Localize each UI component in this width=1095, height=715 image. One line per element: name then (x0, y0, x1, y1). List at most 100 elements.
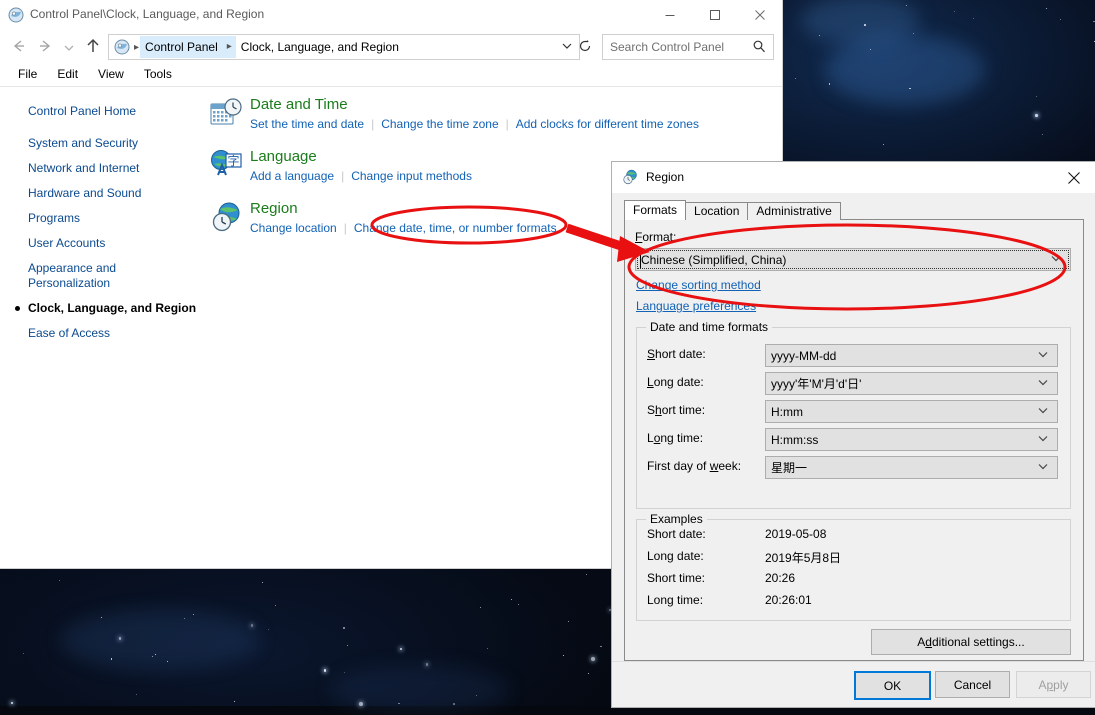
menu-item-view[interactable]: View (88, 62, 134, 86)
short-time-combobox[interactable]: H:mm (765, 400, 1058, 423)
search-input[interactable]: Search Control Panel (603, 40, 724, 54)
example-value: 2019-05-08 (765, 527, 827, 541)
dialog-close-button[interactable] (1051, 162, 1095, 193)
date-and-time-formats-group: Date and time formats Short date: yyyy-M… (636, 320, 1071, 509)
breadcrumb-separator[interactable]: ▸ (222, 36, 236, 58)
minimize-button[interactable] (647, 0, 692, 30)
example-long-time: Long time: 20:26:01 (647, 593, 1060, 613)
tab-location[interactable]: Location (685, 202, 749, 220)
category-heading[interactable]: Language (250, 147, 472, 167)
category-links: Change location | Change date, time, or nu… (250, 220, 557, 237)
example-value: 20:26 (765, 571, 796, 585)
format-label-rest: ormat: (642, 230, 677, 244)
category-heading[interactable]: Region (250, 199, 557, 219)
menu-item-file[interactable]: File (8, 62, 47, 86)
breadcrumb-clock-language-region[interactable]: Clock, Language, and Region (236, 36, 404, 58)
example-value: 20:26:01 (765, 593, 812, 607)
dialog-tabs: Formats Location Administrative (624, 200, 1084, 220)
dialog-title: Region (646, 170, 685, 184)
refresh-button[interactable] (574, 34, 596, 58)
example-label: Short time: (647, 571, 706, 585)
short-date-combobox[interactable]: yyyy-MM-dd (765, 344, 1058, 367)
svg-text:字: 字 (227, 153, 239, 168)
link-separator: | (371, 117, 375, 131)
category-links: Set the time and date | Change the time zo… (250, 116, 699, 133)
short-date-label: Short date: (647, 347, 706, 361)
chevron-down-icon[interactable] (1037, 376, 1049, 391)
link-change-date-time-or-number-formats[interactable]: Change date, time, or number formats (354, 221, 557, 235)
sidebar-item-system-and-security[interactable]: System and Security (0, 131, 200, 156)
up-arrow-icon[interactable] (84, 37, 102, 55)
long-date-label: Long date: (647, 375, 704, 389)
first-day-of-week-combobox[interactable]: 星期一 (765, 456, 1058, 479)
example-label: Short date: (647, 527, 706, 541)
sidebar-item-appearance-and-personalization[interactable]: Appearance and Personalization (0, 256, 148, 296)
group-label: Date and time formats (646, 320, 773, 334)
format-combobox-value: Chinese (Simplified, China) (641, 252, 787, 267)
link-change-sorting-method[interactable]: Change sorting method (636, 278, 761, 292)
long-time-row: Long time: H:mm:ss (647, 428, 1058, 451)
window-title: Control Panel\Clock, Language, and Regio… (30, 7, 265, 21)
menu-item-tools[interactable]: Tools (134, 62, 182, 86)
category-links: Add a language | Change input methods (250, 168, 472, 185)
link-change-input-methods[interactable]: Change input methods (351, 169, 472, 183)
link-change-location[interactable]: Change location (250, 221, 337, 235)
control-panel-titlebar: Control Panel\Clock, Language, and Regio… (0, 0, 782, 30)
first-day-of-week-label: First day of week: (647, 459, 742, 473)
category-heading[interactable]: Date and Time (250, 95, 699, 115)
chevron-down-icon[interactable] (1037, 348, 1049, 363)
long-time-combobox[interactable]: H:mm:ss (765, 428, 1058, 451)
sidebar-item-control-panel-home[interactable]: Control Panel Home (0, 99, 200, 131)
sidebar-item-programs[interactable]: Programs (0, 206, 200, 231)
link-separator: | (343, 221, 347, 235)
sidebar-item-network-and-internet[interactable]: Network and Internet (0, 156, 200, 181)
link-add-a-language[interactable]: Add a language (250, 169, 334, 183)
dialog-footer: OK Cancel Apply (612, 661, 1095, 707)
breadcrumb-control-panel[interactable]: Control Panel (140, 36, 223, 58)
address-bar[interactable]: ▸ Control Panel ▸ Clock, Language, and R… (108, 34, 580, 60)
cancel-button[interactable]: Cancel (935, 671, 1010, 698)
sidebar: Control Panel Home System and Security N… (0, 87, 200, 346)
category-date-and-time: Date and Time Set the time and date | Chan… (210, 95, 778, 133)
additional-settings-button[interactable]: Additional settings... (871, 629, 1071, 655)
link-change-the-time-zone[interactable]: Change the time zone (381, 117, 498, 131)
close-button[interactable] (737, 0, 782, 30)
long-time-label: Long time: (647, 431, 704, 445)
short-time-row: Short time: H:mm (647, 400, 1058, 423)
search-icon[interactable] (752, 39, 766, 56)
sidebar-item-user-accounts[interactable]: User Accounts (0, 231, 200, 256)
forward-arrow-icon[interactable] (36, 37, 54, 55)
search-box[interactable]: Search Control Panel (602, 34, 774, 60)
long-time-value: H:mm:ss (771, 432, 819, 447)
long-date-value: yyyy'年'M'月'd'日' (771, 377, 862, 391)
back-arrow-icon[interactable] (10, 37, 28, 55)
format-combobox[interactable]: Chinese (Simplified, China) (635, 248, 1071, 271)
sidebar-item-hardware-and-sound[interactable]: Hardware and Sound (0, 181, 200, 206)
sidebar-item-ease-of-access[interactable]: Ease of Access (0, 321, 200, 346)
chevron-down-icon[interactable] (1050, 252, 1062, 267)
link-set-the-time-and-date[interactable]: Set the time and date (250, 117, 364, 131)
menu-item-edit[interactable]: Edit (47, 62, 88, 86)
additional-settings-label: Additional settings... (917, 635, 1025, 649)
long-date-combobox[interactable]: yyyy'年'M'月'd'日' (765, 372, 1058, 395)
chevron-down-icon[interactable] (1037, 404, 1049, 419)
tab-administrative[interactable]: Administrative (747, 202, 841, 220)
address-dropdown-icon[interactable] (561, 40, 573, 55)
recent-locations-chevron-icon[interactable] (62, 39, 76, 57)
link-language-preferences[interactable]: Language preferences (636, 299, 756, 313)
link-separator: | (505, 117, 509, 131)
sidebar-item-clock-language-and-region[interactable]: Clock, Language, and Region (0, 296, 200, 321)
examples-group: Examples Short date: 2019-05-08 Long dat… (636, 512, 1071, 621)
apply-button[interactable]: Apply (1016, 671, 1091, 698)
short-date-value: yyyy-MM-dd (771, 348, 837, 363)
chevron-down-icon[interactable] (1037, 432, 1049, 447)
first-day-of-week-value: 星期一 (771, 461, 808, 475)
chevron-down-icon[interactable] (1037, 460, 1049, 475)
group-label: Examples (646, 512, 707, 526)
short-time-value: H:mm (771, 404, 803, 419)
ok-button[interactable]: OK (854, 671, 931, 700)
maximize-button[interactable] (692, 0, 737, 30)
breadcrumb-separator: ▸ (134, 41, 140, 53)
link-add-clocks-for-different-time-zones[interactable]: Add clocks for different time zones (516, 117, 699, 131)
tab-formats[interactable]: Formats (624, 200, 687, 220)
